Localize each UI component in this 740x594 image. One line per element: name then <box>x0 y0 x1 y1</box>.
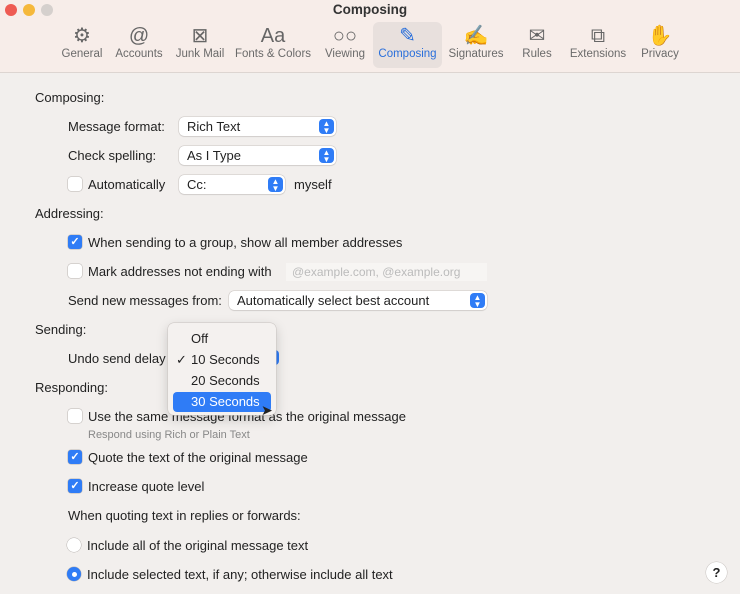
chevron-updown-icon: ▲ ▼ <box>319 148 334 164</box>
undo-delay-menu: Off ✓ 10 Seconds 20 Seconds 30 Seconds <box>168 323 276 415</box>
include-all-radio[interactable] <box>67 538 81 552</box>
chevron-updown-icon: ▲ ▼ <box>268 177 283 193</box>
tab-label: Junk Mail <box>175 48 225 60</box>
puzzle-icon: ⧉ <box>590 25 606 47</box>
send-from-select[interactable]: Automatically select best account ▲ ▼ <box>229 291 487 310</box>
junk-icon: ⊠ <box>191 25 209 47</box>
tab-composing[interactable]: ✎ Composing <box>373 22 442 68</box>
include-all-label: Include all of the original message text <box>87 538 309 553</box>
undo-send-label: Undo send delay <box>68 351 166 366</box>
tab-label: Signatures <box>448 48 504 60</box>
tab-junk-mail[interactable]: ⊠ Junk Mail <box>172 22 228 68</box>
rules-icon: ✉ <box>528 25 546 47</box>
sending-heading: Sending: <box>35 322 87 337</box>
tab-label: General <box>61 48 103 60</box>
tab-rules[interactable]: ✉ Rules <box>516 22 558 68</box>
myself-label: myself <box>294 177 332 192</box>
check-spelling-label: Check spelling: <box>68 148 157 163</box>
tab-label: Viewing <box>324 48 366 60</box>
message-format-select[interactable]: Rich Text ▲ ▼ <box>179 117 336 136</box>
tab-label: Privacy <box>641 48 679 60</box>
tab-fonts-colors[interactable]: Aa Fonts & Colors <box>233 22 313 68</box>
signature-icon: ✍ <box>463 25 489 47</box>
tab-viewing[interactable]: ○○ Viewing <box>320 22 370 68</box>
chevron-updown-icon: ▲ ▼ <box>319 119 334 135</box>
menu-item-30-seconds[interactable]: 30 Seconds <box>173 392 271 412</box>
addressing-heading: Addressing: <box>35 206 104 221</box>
check-spelling-select[interactable]: As I Type ▲ ▼ <box>179 146 336 165</box>
tab-label: Accounts <box>115 48 163 60</box>
tab-general[interactable]: ⚙ General <box>58 22 106 68</box>
when-quoting-label: When quoting text in replies or forwards… <box>68 508 301 523</box>
hand-icon: ✋ <box>647 25 673 47</box>
include-selected-label: Include selected text, if any; otherwise… <box>87 567 393 582</box>
responding-heading: Responding: <box>35 380 108 395</box>
message-format-label: Message format: <box>68 119 165 134</box>
tab-signatures[interactable]: ✍ Signatures <box>446 22 506 68</box>
select-value: As I Type <box>187 148 241 163</box>
automatically-select[interactable]: Cc: ▲ ▼ <box>179 175 285 194</box>
automatically-checkbox[interactable] <box>68 177 82 191</box>
same-format-sublabel: Respond using Rich or Plain Text <box>88 429 250 441</box>
send-from-label: Send new messages from: <box>68 293 222 308</box>
include-selected-radio[interactable] <box>67 567 81 581</box>
mark-addresses-input[interactable]: @example.com, @example.org <box>286 263 487 281</box>
cursor-icon: ➤ <box>261 402 273 418</box>
menu-item-label: 10 Seconds <box>191 352 260 367</box>
increase-quote-label: Increase quote level <box>88 479 205 494</box>
tab-label: Extensions <box>569 48 627 60</box>
tab-label: Rules <box>522 48 552 60</box>
mark-addresses-checkbox[interactable] <box>68 264 82 278</box>
tab-accounts[interactable]: @ Accounts <box>112 22 166 68</box>
select-value: Automatically select best account <box>237 293 430 308</box>
quote-label: Quote the text of the original message <box>88 450 308 465</box>
tab-label: Composing <box>378 48 437 60</box>
at-icon: @ <box>128 25 150 47</box>
toolbar: Composing ⚙ General @ Accounts ⊠ Junk Mail … <box>0 0 740 73</box>
mark-addresses-label: Mark addresses not ending with <box>88 264 272 279</box>
help-button[interactable]: ? <box>706 562 727 583</box>
fonts-icon: Aa <box>260 25 286 47</box>
group-checkbox[interactable]: ✓ <box>68 235 82 249</box>
checkmark-icon: ✓ <box>176 352 187 367</box>
quote-checkbox[interactable]: ✓ <box>68 450 82 464</box>
select-value: Rich Text <box>187 119 241 134</box>
increase-quote-checkbox[interactable]: ✓ <box>68 479 82 493</box>
group-label: When sending to a group, show all member… <box>88 235 403 250</box>
menu-item-20-seconds[interactable]: 20 Seconds <box>173 371 271 391</box>
tab-extensions[interactable]: ⧉ Extensions <box>566 22 630 68</box>
window-title: Composing <box>332 2 408 17</box>
same-format-checkbox[interactable] <box>68 409 82 423</box>
chevron-updown-icon: ▲ ▼ <box>470 293 485 309</box>
menu-item-10-seconds[interactable]: ✓ 10 Seconds <box>173 350 271 370</box>
menu-item-off[interactable]: Off <box>173 329 271 349</box>
glasses-icon: ○○ <box>332 25 358 47</box>
tab-label: Fonts & Colors <box>234 48 312 60</box>
gear-icon: ⚙ <box>73 25 91 47</box>
select-value: Cc: <box>187 177 207 192</box>
tab-privacy[interactable]: ✋ Privacy <box>637 22 683 68</box>
composing-heading: Composing: <box>35 90 105 105</box>
compose-icon: ✎ <box>399 25 416 47</box>
automatically-label: Automatically <box>88 177 166 192</box>
